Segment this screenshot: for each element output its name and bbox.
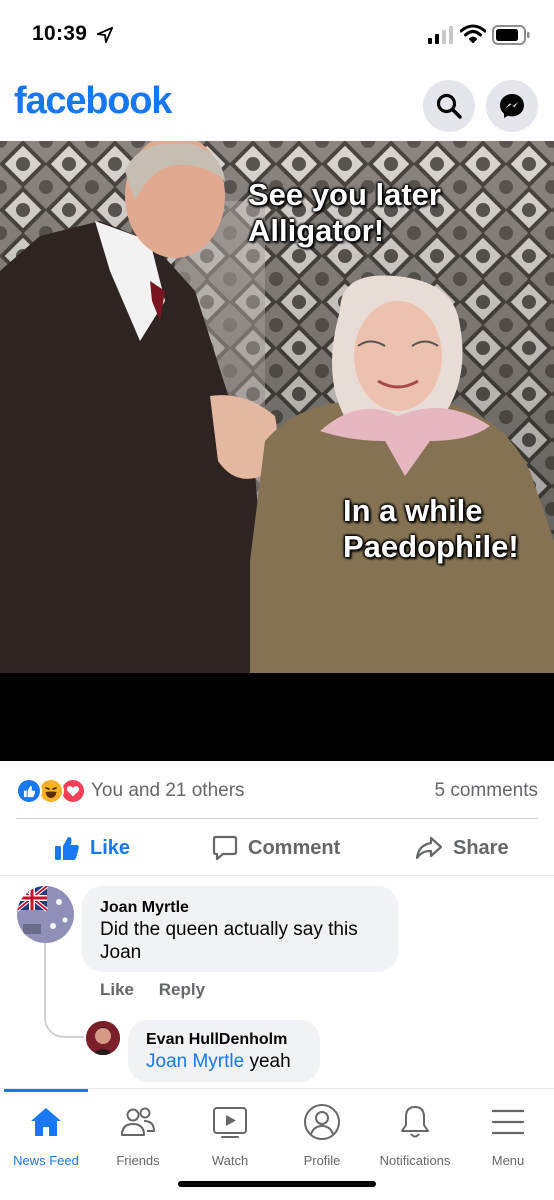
messenger-button[interactable] xyxy=(486,80,538,132)
home-icon xyxy=(31,1108,61,1136)
divider xyxy=(0,875,554,876)
battery-icon xyxy=(492,25,530,45)
comment-label: Comment xyxy=(248,836,341,859)
comment-reply-button[interactable]: Reply xyxy=(159,980,205,999)
comments-count[interactable]: 5 comments xyxy=(435,780,538,802)
meme-caption-bottom: In a while Paedophile! xyxy=(343,493,519,564)
commenter-avatar[interactable] xyxy=(17,886,74,943)
tab-label: News Feed xyxy=(13,1153,79,1168)
reply-body: yeah xyxy=(249,1051,291,1072)
comment-like-button[interactable]: Like xyxy=(100,980,134,999)
messenger-icon xyxy=(500,94,524,118)
comment-bubble[interactable]: Joan Myrtle Did the queen actually say t… xyxy=(82,886,398,972)
facebook-logo[interactable]: facebook xyxy=(14,80,172,123)
menu-icon xyxy=(491,1109,525,1135)
app-header: facebook xyxy=(0,70,554,140)
watch-icon xyxy=(213,1107,247,1138)
share-icon xyxy=(415,836,443,860)
divider xyxy=(16,818,538,819)
tab-label: Menu xyxy=(491,1153,525,1168)
tab-label: Watch xyxy=(211,1153,249,1168)
tab-menu[interactable]: Menu xyxy=(462,1103,554,1168)
search-button[interactable] xyxy=(423,80,475,132)
tab-profile[interactable]: Profile xyxy=(276,1103,368,1168)
comment-author[interactable]: Joan Myrtle xyxy=(100,898,380,918)
thumbs-up-icon xyxy=(55,836,79,860)
comment-text: Did the queen actually say this Joan xyxy=(100,919,358,963)
wifi-icon xyxy=(460,24,486,43)
status-bar: 10:39 xyxy=(0,0,554,70)
profile-icon xyxy=(304,1104,340,1140)
reply-text: Joan Myrtle yeah xyxy=(146,1050,302,1073)
reactions-summary[interactable]: You and 21 others 5 comments xyxy=(16,775,538,807)
reaction-icons xyxy=(16,778,88,804)
location-arrow-icon xyxy=(96,26,114,44)
reply-author[interactable]: Evan HullDenholm xyxy=(146,1030,302,1050)
reply-avatar-image xyxy=(86,1021,120,1055)
share-button[interactable]: Share xyxy=(415,830,509,866)
reactions-count-text[interactable]: You and 21 others xyxy=(91,780,245,802)
post-actions: Like Comment Share xyxy=(0,822,554,874)
bell-icon xyxy=(401,1106,429,1138)
comment-icon xyxy=(212,835,238,861)
cellular-signal-icon xyxy=(428,26,453,44)
like-label: Like xyxy=(90,836,131,859)
comment-button[interactable]: Comment xyxy=(212,830,340,866)
tab-label: Profile xyxy=(303,1153,341,1168)
tab-notifications[interactable]: Notifications xyxy=(369,1103,461,1168)
meme-caption-top: See you later Alligator! xyxy=(248,177,441,248)
search-icon xyxy=(436,93,462,119)
share-label: Share xyxy=(453,836,509,859)
tab-news-feed[interactable]: News Feed xyxy=(0,1103,92,1168)
friends-icon xyxy=(121,1107,156,1136)
tab-label: Friends xyxy=(116,1153,160,1168)
photo-letterbox xyxy=(0,673,554,761)
tab-label: Notifications xyxy=(379,1153,451,1168)
tab-friends[interactable]: Friends xyxy=(92,1103,184,1168)
active-tab-indicator xyxy=(4,1089,88,1092)
flag-avatar-image xyxy=(17,886,74,943)
like-reaction-icon xyxy=(16,778,42,804)
status-time: 10:39 xyxy=(32,22,88,45)
post-photo[interactable]: See you later Alligator! In a while Paed… xyxy=(0,141,554,673)
reply-avatar[interactable] xyxy=(86,1021,120,1055)
tab-watch[interactable]: Watch xyxy=(184,1103,276,1168)
home-indicator[interactable] xyxy=(178,1181,376,1187)
like-button[interactable]: Like xyxy=(54,830,130,866)
reply-mention[interactable]: Joan Myrtle xyxy=(146,1051,244,1072)
comment-actions: Like Reply xyxy=(100,980,225,1000)
reply-thread-line xyxy=(44,943,84,1038)
reply-bubble[interactable]: Evan HullDenholm Joan Myrtle yeah xyxy=(128,1020,320,1082)
